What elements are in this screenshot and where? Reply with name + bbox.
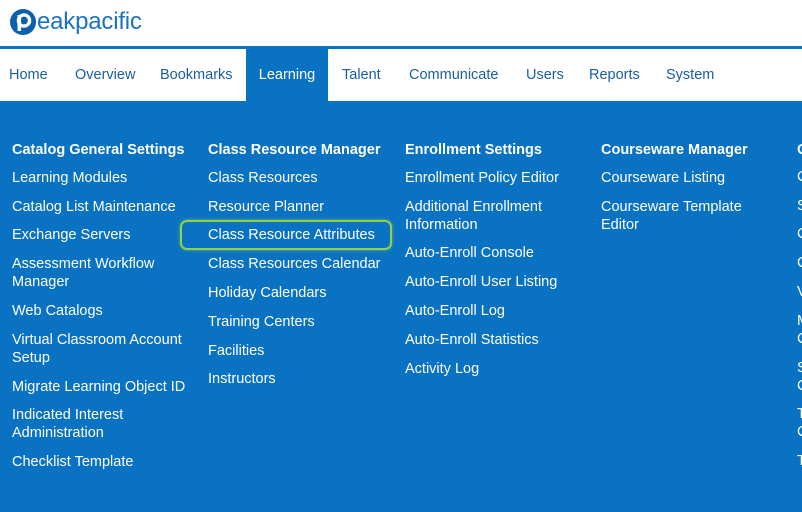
nav-users[interactable]: Users [526, 49, 564, 101]
menu-link-activity-log[interactable]: Activity Log [405, 360, 479, 378]
menu-link-class-resources[interactable]: Class Resources [208, 169, 318, 187]
nav-home[interactable]: Home [9, 49, 48, 101]
cut-off-link[interactable]: T [797, 406, 802, 422]
menu-link-instructors[interactable]: Instructors [208, 370, 276, 388]
cut-off-link[interactable]: T [797, 453, 802, 469]
cut-off-link[interactable]: C [797, 169, 802, 185]
learning-mega-menu: Catalog General Settings Learning Module… [0, 101, 802, 512]
cut-off-link[interactable]: C [797, 424, 802, 440]
menu-link-facilities[interactable]: Facilities [208, 342, 264, 360]
menu-link-assessment-workflow-manager[interactable]: Assessment Workflow Manager [12, 255, 192, 291]
menu-link-checklist-template[interactable]: Checklist Template [12, 453, 133, 471]
cut-off-link[interactable]: M [797, 313, 802, 329]
column-heading: Enrollment Settings [405, 142, 542, 158]
menu-link-resource-planner[interactable]: Resource Planner [208, 198, 324, 216]
cut-off-link[interactable]: V [797, 284, 802, 300]
menu-link-additional-enrollment-information[interactable]: Additional Enrollment Information [405, 198, 575, 234]
main-nav: Home Overview Bookmarks Learning Talent … [0, 49, 802, 101]
menu-link-courseware-template-editor[interactable]: Courseware Template Editor [601, 198, 761, 234]
menu-link-training-centers[interactable]: Training Centers [208, 313, 315, 331]
menu-link-courseware-listing[interactable]: Courseware Listing [601, 169, 725, 187]
nav-learning[interactable]: Learning [246, 49, 328, 101]
cut-off-link[interactable]: C [797, 255, 802, 271]
menu-link-auto-enroll-statistics[interactable]: Auto-Enroll Statistics [405, 331, 539, 349]
header: eakpacific [0, 0, 802, 46]
menu-link-holiday-calendars[interactable]: Holiday Calendars [208, 284, 326, 302]
nav-bookmarks[interactable]: Bookmarks [160, 49, 233, 101]
cut-off-link[interactable]: C [797, 226, 802, 242]
column-heading: Class Resource Manager [208, 142, 381, 158]
nav-system[interactable]: System [666, 49, 714, 101]
menu-link-indicated-interest-administration[interactable]: Indicated Interest Administration [12, 406, 162, 442]
cut-off-link[interactable]: S [797, 360, 802, 376]
nav-reports[interactable]: Reports [589, 49, 640, 101]
nav-communicate[interactable]: Communicate [409, 49, 498, 101]
nav-talent[interactable]: Talent [342, 49, 381, 101]
menu-link-learning-modules[interactable]: Learning Modules [12, 169, 127, 187]
menu-link-web-catalogs[interactable]: Web Catalogs [12, 302, 103, 320]
column-heading: Courseware Manager [601, 142, 748, 158]
cut-off-column-heading: C [797, 142, 802, 158]
menu-link-auto-enroll-log[interactable]: Auto-Enroll Log [405, 302, 505, 320]
menu-link-auto-enroll-console[interactable]: Auto-Enroll Console [405, 244, 534, 262]
menu-link-catalog-list-maintenance[interactable]: Catalog List Maintenance [12, 198, 176, 216]
column-heading: Catalog General Settings [12, 142, 185, 158]
cut-off-link[interactable]: C [797, 378, 802, 394]
cut-off-link[interactable]: C [797, 331, 802, 347]
brand-name: eakpacific [37, 8, 142, 35]
menu-link-class-resources-calendar[interactable]: Class Resources Calendar [208, 255, 380, 273]
menu-link-exchange-servers[interactable]: Exchange Servers [12, 226, 130, 244]
menu-link-enrollment-policy-editor[interactable]: Enrollment Policy Editor [405, 169, 559, 187]
nav-overview[interactable]: Overview [75, 49, 135, 101]
cut-off-link[interactable]: S [797, 198, 802, 214]
menu-link-virtual-classroom-account-setup[interactable]: Virtual Classroom Account Setup [12, 331, 192, 367]
peakpacific-logo[interactable]: eakpacific [10, 6, 142, 38]
menu-link-migrate-learning-object-id[interactable]: Migrate Learning Object ID [12, 378, 185, 396]
peakpacific-p-logo-icon [10, 9, 36, 35]
menu-link-auto-enroll-user-listing[interactable]: Auto-Enroll User Listing [405, 273, 557, 291]
highlight-ring [180, 220, 392, 250]
